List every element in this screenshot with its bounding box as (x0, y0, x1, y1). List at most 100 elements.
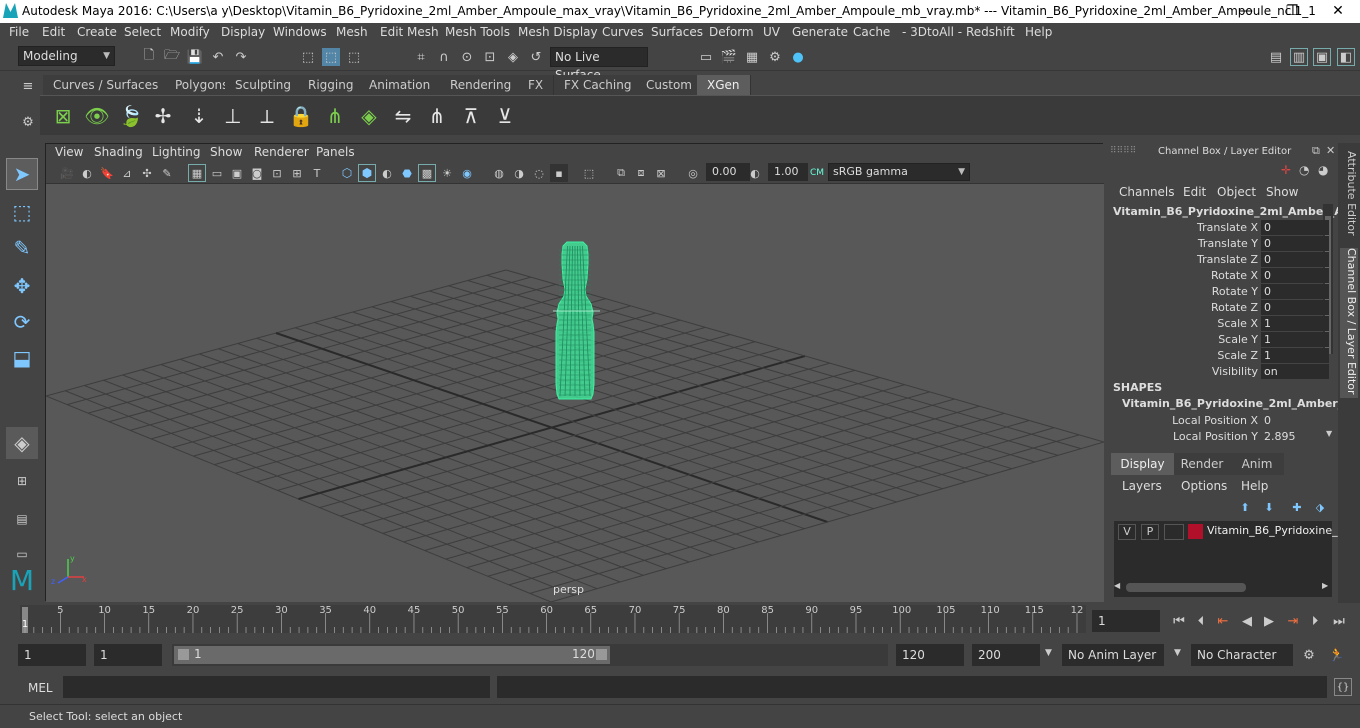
menu-3dtoall[interactable]: - 3DtoAll - (902, 25, 962, 39)
image-plane-icon[interactable]: ⊿ (118, 164, 136, 182)
hypershade-icon[interactable]: ● (789, 48, 807, 66)
attr-visibility[interactable]: Visibility on (1108, 364, 1338, 380)
menu-modify[interactable]: Modify (170, 25, 210, 39)
workspace-icon[interactable]: ▤ (1267, 48, 1285, 66)
xgen-grooming-icon[interactable]: ⋔ (422, 101, 452, 131)
menu-display[interactable]: Display (221, 25, 265, 39)
select-tool-icon[interactable]: ➤ (6, 158, 38, 190)
step-forward-key-icon[interactable]: ⇥ (1284, 612, 1302, 630)
attr-value[interactable]: 0 (1261, 236, 1329, 251)
shape-name[interactable]: Vitamin_B6_Pyridoxine_2ml_Amber_... (1122, 397, 1356, 410)
le-menu-options[interactable]: Options (1181, 479, 1227, 493)
attr-value[interactable]: 0 (1261, 252, 1329, 267)
attr-scale-y[interactable]: Scale Y1 (1108, 332, 1338, 348)
xgen-lock-guide-icon[interactable]: 🔒 (286, 101, 316, 131)
snap-surface-icon[interactable]: ◈ (504, 48, 522, 66)
save-scene-icon[interactable]: 💾 (186, 48, 204, 66)
textured-icon[interactable]: ⬣ (398, 164, 416, 182)
cb-menu-object[interactable]: Object (1217, 185, 1256, 199)
shelf-menu-icon[interactable]: ≡ (19, 77, 37, 95)
menu-deform[interactable]: Deform (709, 25, 754, 39)
make-live-icon[interactable]: ↺ (527, 48, 545, 66)
move-tool-icon[interactable]: ✥ (6, 270, 38, 302)
safe-action-icon[interactable]: ⊞ (288, 164, 306, 182)
character-set-field[interactable]: No Character Set (1191, 644, 1293, 684)
new-scene-icon[interactable]: 🗋 (140, 48, 158, 66)
playback-end-field[interactable]: 120 (896, 644, 964, 666)
menu-select[interactable]: Select (124, 25, 161, 39)
tab-render[interactable]: Render (1174, 453, 1230, 475)
menu-curves[interactable]: Curves (602, 25, 644, 39)
animation-start-field[interactable]: 1 (18, 644, 86, 666)
menu-mesh-display[interactable]: Mesh Display (518, 25, 598, 39)
panel-layout-icon[interactable]: ▣ (1313, 48, 1331, 66)
vp-menu-show[interactable]: Show (210, 145, 242, 159)
shadows-icon[interactable]: ☀ (438, 164, 456, 182)
close-panel-icon[interactable]: ✕ (1326, 144, 1335, 157)
shelf-tab-xgen[interactable]: XGen (697, 75, 751, 95)
move-layer-up-icon[interactable]: ⬆ (1236, 498, 1254, 516)
mel-label[interactable]: MEL (28, 681, 53, 695)
move-layer-down-icon[interactable]: ⬇ (1260, 498, 1278, 516)
speed-icon[interactable]: ◔ (1299, 163, 1309, 177)
grid-icon[interactable]: ▦ (188, 164, 206, 182)
close-button[interactable]: ✕ (1315, 0, 1360, 23)
cb-menu-channels[interactable]: Channels (1119, 185, 1175, 199)
select-component-icon[interactable]: ⬚ (345, 48, 363, 66)
select-object-icon[interactable]: ⬚ (322, 48, 340, 66)
rotate-tool-icon[interactable]: ⟳ (6, 306, 38, 338)
layout-icon[interactable]: ▥ (1290, 48, 1308, 66)
exposure-icon[interactable]: ◎ (684, 164, 702, 182)
vp-menu-view[interactable]: View (55, 145, 83, 159)
attr-translate-x[interactable]: Translate X0 (1108, 220, 1338, 236)
gamma-icon[interactable]: ◐ (746, 164, 764, 182)
tab-attribute-editor[interactable]: Attribute Editor (1340, 151, 1358, 241)
color-management-icon[interactable]: CM (808, 164, 826, 182)
attr-translate-z[interactable]: Translate Z0 (1108, 252, 1338, 268)
xgen-sculpt-icon[interactable]: ⋔ (320, 101, 350, 131)
new-layer-icon[interactable]: ✚ (1288, 498, 1306, 516)
chevron-down-icon[interactable]: ▼ (1045, 648, 1052, 658)
attr-value[interactable]: 0 (1261, 300, 1329, 315)
undo-icon[interactable]: ↶ (209, 48, 227, 66)
render-icon[interactable]: 🎬 (720, 48, 738, 66)
scroll-down-icon[interactable]: ▼ (1326, 429, 1332, 438)
exposure-field[interactable]: 0.00 (706, 163, 750, 181)
depth-of-field-icon[interactable]: ⬚ (580, 164, 598, 182)
xgen-delete-icon[interactable]: ⊻ (490, 101, 520, 131)
select-camera-icon[interactable]: 🎥 (58, 164, 76, 182)
chevron-down-icon[interactable]: ▼ (1174, 648, 1181, 658)
attr-rotate-z[interactable]: Rotate Z0 (1108, 300, 1338, 316)
four-view-layout-icon[interactable]: ⊞ (6, 465, 38, 497)
xray-icon[interactable]: ◉ (458, 164, 476, 182)
play-forwards-icon[interactable]: ▶ (1260, 612, 1278, 630)
menu-create[interactable]: Create (77, 25, 117, 39)
attr-value[interactable]: 0 (1261, 284, 1329, 299)
vp-menu-shading[interactable]: Shading (94, 145, 143, 159)
xgen-preview-icon[interactable]: 👁 (82, 101, 112, 131)
attr-value[interactable]: on (1261, 364, 1329, 379)
range-end-handle[interactable] (596, 649, 607, 660)
step-back-key-icon[interactable]: ⇤ (1214, 612, 1232, 630)
wireframe-on-shaded-icon[interactable]: ◐ (378, 164, 396, 182)
hyper-icon[interactable]: ◕ (1318, 163, 1328, 177)
layer-hscroll-thumb[interactable] (1126, 583, 1246, 592)
wireframe-icon[interactable]: ⬡ (338, 164, 356, 182)
motion-blur-icon[interactable]: ◌ (530, 164, 548, 182)
attr-value[interactable]: 1 (1261, 316, 1329, 331)
menu-windows[interactable]: Windows (273, 25, 327, 39)
gate-mask-icon[interactable]: ◙ (248, 164, 266, 182)
xgen-place-icon[interactable]: ⇣ (184, 101, 214, 131)
xgen-edit-guide-icon[interactable]: ⟂ (252, 101, 282, 131)
menu-uv[interactable]: UV (763, 25, 780, 39)
attr-scale-x[interactable]: Scale X1 (1108, 316, 1338, 332)
new-layer-selected-icon[interactable]: ⬗ (1311, 498, 1329, 516)
attr-value[interactable]: 2.895 (1261, 429, 1329, 444)
snap-grid-icon[interactable]: ⌗ (412, 48, 430, 66)
object-name[interactable]: Vitamin_B6_Pyridoxine_2ml_Amber_A... (1113, 205, 1355, 218)
paint-select-tool-icon[interactable]: ✎ (6, 232, 38, 264)
attr-value[interactable]: 0 (1261, 268, 1329, 283)
menu-edit-mesh[interactable]: Edit Mesh (380, 25, 439, 39)
anim-layer-field[interactable]: No Anim Layer (1062, 644, 1164, 666)
open-scene-icon[interactable]: 🗁 (163, 48, 181, 66)
